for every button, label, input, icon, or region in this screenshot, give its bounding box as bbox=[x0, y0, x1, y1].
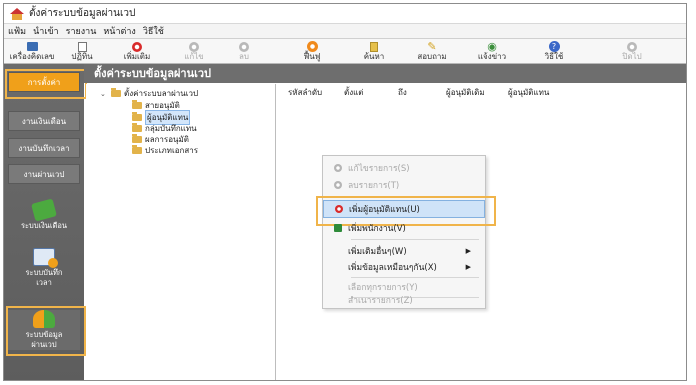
menu-item-add-substitute-approver[interactable]: เพิ่มผู้อนุมัติแทน(U) bbox=[316, 196, 496, 226]
help-button[interactable]: ? วิธีใช้ bbox=[526, 39, 582, 64]
menu-item-copy[interactable]: สำเนารายการ(Z) bbox=[323, 291, 485, 309]
tree-item-document-type[interactable]: ประเภทเอกสาร bbox=[132, 144, 198, 157]
window-title: ตั้งค่าระบบข้อมูลผ่านเวป bbox=[29, 8, 136, 19]
folder-icon bbox=[132, 123, 142, 132]
money-icon bbox=[31, 198, 57, 222]
column-header[interactable]: รหัสลำดับ bbox=[288, 86, 322, 99]
menu-item-edit[interactable]: แก้ไขรายการ(S) bbox=[323, 159, 485, 177]
edit-icon bbox=[333, 164, 343, 172]
module-payroll[interactable]: ระบบเงินเดือน bbox=[8, 198, 80, 231]
toolbar: เครื่องคิดเลข ปฏิทิน เพิ่มเติม แก้ไข ลบ … bbox=[4, 39, 686, 64]
menu-item-delete[interactable]: ลบรายการ(T) bbox=[323, 176, 485, 194]
menu-help[interactable]: วิธีใช้ bbox=[143, 24, 164, 38]
close-button[interactable]: ปิดไป bbox=[604, 39, 660, 64]
tab-settings[interactable]: การตั้งค่า bbox=[5, 69, 87, 99]
inquiry-button[interactable]: ✎ สอบถาม bbox=[404, 39, 460, 64]
page-title: ตั้งค่าระบบข้อมูลผ่านเวป bbox=[84, 64, 686, 83]
announce-icon: ◉ bbox=[487, 40, 497, 53]
column-header[interactable]: ผู้อนุมัติเดิม bbox=[446, 86, 485, 99]
search-button[interactable]: ค้นหา bbox=[346, 39, 402, 64]
folder-icon bbox=[111, 88, 121, 97]
menu-window[interactable]: หน้าต่าง bbox=[103, 24, 135, 38]
tab-time-record[interactable]: งานบันทึกเวลา bbox=[8, 138, 80, 158]
add-icon bbox=[131, 41, 143, 52]
help-icon: ? bbox=[548, 41, 560, 52]
menu-item-add-same-data[interactable]: เพิ่มข้อมูลเหมือนๆกัน(X) ▶ bbox=[323, 258, 485, 276]
delete-icon bbox=[333, 181, 343, 189]
column-header[interactable]: ผู้อนุมัติแทน bbox=[508, 86, 549, 99]
folder-icon bbox=[132, 112, 142, 121]
delete-button[interactable]: ลบ bbox=[216, 39, 272, 64]
tab-web[interactable]: งานผ่านเวป bbox=[8, 164, 80, 184]
menu-file[interactable]: แฟ้ม bbox=[8, 24, 26, 38]
time-record-icon bbox=[33, 248, 58, 268]
menu-import[interactable]: นำเข้า bbox=[33, 24, 59, 38]
add-employee-icon bbox=[333, 224, 343, 232]
calendar-icon bbox=[76, 41, 88, 52]
column-header[interactable]: ตั้งแต่ bbox=[344, 86, 363, 99]
web-data-icon bbox=[33, 310, 55, 328]
edit-button[interactable]: แก้ไข bbox=[166, 39, 222, 64]
edit-icon bbox=[188, 41, 200, 52]
submenu-arrow-icon: ▶ bbox=[465, 247, 471, 255]
menu-separator bbox=[351, 239, 479, 240]
search-icon bbox=[368, 41, 380, 52]
collapse-icon[interactable]: ⌄ bbox=[100, 90, 108, 98]
title-bar: ตั้งค่าระบบข้อมูลผ่านเวป bbox=[4, 4, 686, 24]
menu-item-add-employee[interactable]: เพิ่มพนักงาน(V) bbox=[323, 219, 485, 237]
add-icon bbox=[334, 205, 344, 213]
sidebar: การตั้งค่า งานเงินเดือน งานบันทึกเวลา งา… bbox=[4, 64, 87, 380]
folder-icon bbox=[132, 134, 142, 143]
refresh-button[interactable]: ฟื้นฟู bbox=[284, 39, 340, 64]
delete-icon bbox=[238, 41, 250, 52]
add-button[interactable]: เพิ่มเติม bbox=[109, 39, 165, 64]
announce-button[interactable]: ◉ แจ้งข่าว bbox=[464, 39, 520, 64]
close-icon bbox=[626, 41, 638, 52]
calculator-icon bbox=[26, 41, 38, 52]
app-window: ตั้งค่าระบบข้อมูลผ่านเวป แฟ้ม นำเข้า ราย… bbox=[3, 3, 687, 381]
inquiry-icon: ✎ bbox=[427, 40, 437, 53]
column-header[interactable]: ถึง bbox=[398, 86, 407, 99]
refresh-icon bbox=[306, 41, 318, 52]
app-icon bbox=[10, 7, 24, 20]
folder-icon bbox=[132, 100, 142, 109]
menu-report[interactable]: รายงาน bbox=[66, 24, 97, 38]
context-menu: แก้ไขรายการ(S) ลบรายการ(T) เพิ่มผู้อนุมั… bbox=[316, 155, 496, 309]
tab-payroll[interactable]: งานเงินเดือน bbox=[8, 111, 80, 131]
module-web-data[interactable]: ระบบข้อมูลผ่านเวป bbox=[6, 306, 86, 356]
calculator-button[interactable]: เครื่องคิดเลข bbox=[4, 39, 60, 64]
calendar-button[interactable]: ปฏิทิน bbox=[54, 39, 110, 64]
folder-icon bbox=[132, 145, 142, 154]
settings-tree: ⌄ ตั้งค่าระบบลาผ่านเวป สายอนุมัติ ผู้อนุ… bbox=[86, 84, 276, 380]
module-time-record[interactable]: ระบบบันทึกเวลา bbox=[8, 248, 80, 288]
menu-bar: แฟ้ม นำเข้า รายงาน หน้าต่าง วิธีใช้ bbox=[4, 24, 686, 39]
submenu-arrow-icon: ▶ bbox=[465, 263, 471, 271]
